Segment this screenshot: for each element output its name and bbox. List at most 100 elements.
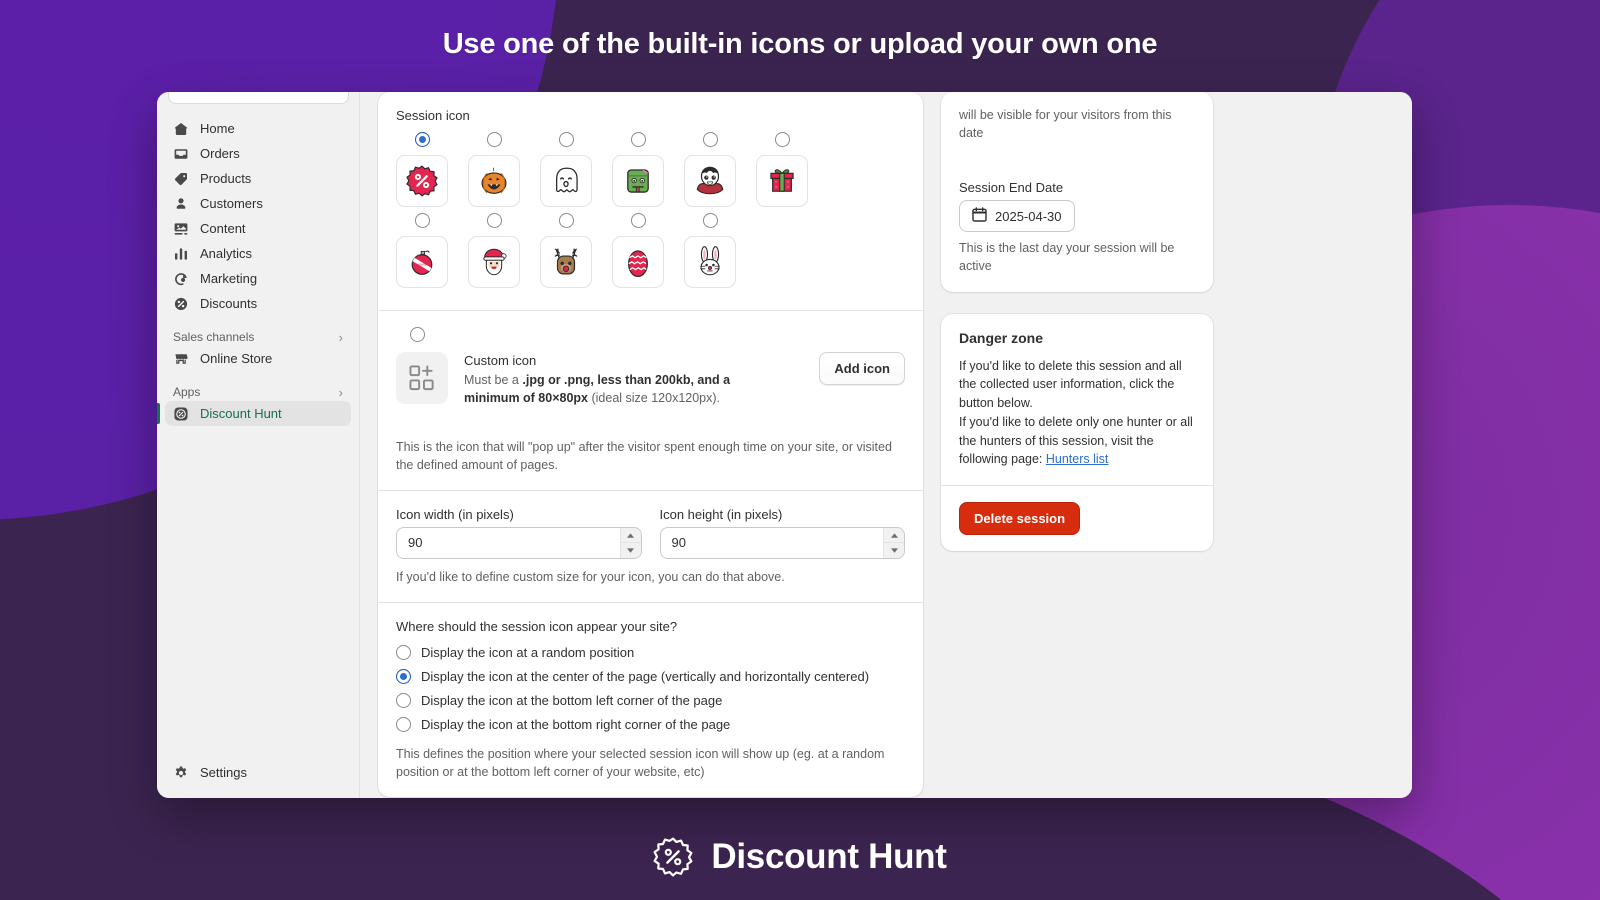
sidebar-item-discount-hunt[interactable]: Discount Hunt <box>157 401 351 426</box>
position-option-label: Display the icon at the center of the pa… <box>421 669 870 685</box>
vampire-icon[interactable] <box>684 155 736 207</box>
session-icon-option[interactable] <box>612 132 664 207</box>
position-option-bottom-left[interactable]: Display the icon at the bottom left corn… <box>396 689 905 713</box>
promo-canvas: Use one of the built-in icons or upload … <box>0 0 1600 900</box>
session-icon-option[interactable] <box>684 132 736 207</box>
sidebar-footer: Settings <box>157 760 359 798</box>
sidebar-item-analytics[interactable]: Analytics <box>165 241 351 266</box>
session-icon-radio[interactable] <box>558 213 574 228</box>
reindeer-icon[interactable] <box>540 236 592 288</box>
gift-icon[interactable] <box>756 155 808 207</box>
easter-egg-icon[interactable] <box>612 236 664 288</box>
icon-height-field: Icon height (in pixels) 90 <box>659 507 905 559</box>
icon-width-field: Icon width (in pixels) 90 <box>396 507 642 559</box>
position-radio[interactable] <box>396 645 411 661</box>
position-option-center[interactable]: Display the icon at the center of the pa… <box>396 665 905 689</box>
discount-percent-icon <box>173 296 189 312</box>
sidebar-item-label: Marketing <box>200 271 258 286</box>
session-icon-radio[interactable] <box>702 213 718 228</box>
position-option-label: Display the icon at a random position <box>421 645 635 661</box>
search-input[interactable] <box>168 92 349 104</box>
session-end-date-helper: This is the last day your session will b… <box>959 241 1175 274</box>
session-end-date-input[interactable]: 2025-04-30 <box>959 200 1075 233</box>
sidebar-item-content[interactable]: Content <box>165 216 351 241</box>
sidebar-item-settings[interactable]: Settings <box>165 760 351 785</box>
delete-session-button[interactable]: Delete session <box>959 502 1081 535</box>
sidebar-section-apps[interactable]: Apps › <box>173 385 343 399</box>
session-icon-radio[interactable] <box>702 132 718 147</box>
position-radio[interactable] <box>396 693 411 709</box>
danger-zone-actions: Delete session <box>941 486 1213 551</box>
session-icon-option[interactable]: %%% <box>396 213 448 288</box>
session-icon-option[interactable] <box>468 213 520 288</box>
stepper-up-icon[interactable] <box>620 527 641 543</box>
session-icon-radio[interactable] <box>486 213 502 228</box>
session-icon-option[interactable] <box>468 132 520 207</box>
calendar-icon <box>972 207 987 225</box>
sidebar-item-marketing[interactable]: Marketing <box>165 266 351 291</box>
sidebar-item-label: Home <box>200 121 235 136</box>
session-icon-option[interactable] <box>540 213 592 288</box>
icon-height-input[interactable]: 90 <box>661 528 884 558</box>
position-option-bottom-right[interactable]: Display the icon at the bottom right cor… <box>396 713 905 737</box>
sidebar-item-orders[interactable]: Orders <box>165 141 351 166</box>
danger-zone-section: Danger zone If you'd like to delete this… <box>941 314 1213 486</box>
session-icon-radio[interactable] <box>414 132 430 147</box>
custom-icon-section: Custom icon Must be a .jpg or .png, less… <box>378 311 923 490</box>
sidebar-item-customers[interactable]: Customers <box>165 191 351 216</box>
add-icon-button[interactable]: Add icon <box>819 352 905 385</box>
session-icon-radio[interactable] <box>774 132 790 147</box>
icon-position-helper: This defines the position where your sel… <box>396 746 885 779</box>
session-icon-option[interactable] <box>396 132 448 207</box>
promo-headline: Use one of the built-in icons or upload … <box>442 27 1158 60</box>
bunny-icon[interactable] <box>684 236 736 288</box>
percent-badge-icon[interactable] <box>396 155 448 207</box>
sidebar-section-sales-channels[interactable]: Sales channels › <box>173 330 343 344</box>
sidebar-item-online-store[interactable]: Online Store <box>165 346 351 371</box>
discount-hunt-app-icon <box>173 406 189 422</box>
danger-zone-card: Danger zone If you'd like to delete this… <box>941 313 1213 551</box>
session-icon-radio[interactable] <box>486 132 502 147</box>
position-option-random[interactable]: Display the icon at a random position <box>396 641 905 665</box>
sidebar-item-label: Online Store <box>200 351 273 366</box>
custom-icon-radio[interactable] <box>410 327 425 342</box>
session-icon-radio[interactable] <box>414 213 430 228</box>
home-icon <box>173 121 189 137</box>
discount-badge-icon <box>653 837 693 877</box>
session-icon-option[interactable] <box>612 213 664 288</box>
sidebar-item-products[interactable]: Products <box>165 166 351 191</box>
zombie-icon[interactable] <box>612 155 664 207</box>
icon-height-stepper[interactable] <box>883 527 904 558</box>
session-icon-option[interactable] <box>684 213 736 288</box>
sidebar-item-home[interactable]: Home <box>165 116 351 141</box>
ghost-icon[interactable] <box>540 155 592 207</box>
session-icon-radio[interactable] <box>558 132 574 147</box>
icon-width-input[interactable]: 90 <box>397 528 620 558</box>
icon-width-stepper[interactable] <box>619 527 641 558</box>
orders-inbox-icon <box>173 146 189 162</box>
session-icon-option[interactable] <box>540 132 592 207</box>
gear-icon <box>173 765 189 781</box>
custom-icon-helper: This is the icon that will "pop up" afte… <box>396 439 892 472</box>
christmas-ornament-icon[interactable]: %%% <box>396 236 448 288</box>
stepper-up-icon[interactable] <box>884 527 904 543</box>
pumpkin-icon[interactable] <box>468 155 520 207</box>
danger-zone-paragraph-1: If you'd like to delete this session and… <box>959 358 1182 411</box>
sidebar-item-label: Discounts <box>200 296 258 311</box>
position-radio[interactable] <box>396 669 411 685</box>
content-image-icon <box>173 221 189 237</box>
santa-icon[interactable] <box>468 236 520 288</box>
session-icon-radio[interactable] <box>630 213 646 228</box>
hunters-list-link[interactable]: Hunters list <box>1046 452 1109 466</box>
stepper-down-icon[interactable] <box>884 542 904 558</box>
session-dates-section: will be visible for your visitors from t… <box>941 92 1213 292</box>
chevron-right-icon: › <box>338 329 343 345</box>
session-icon-radio[interactable] <box>630 132 646 147</box>
icon-size-section: Icon width (in pixels) 90 Icon height (i… <box>378 491 923 602</box>
session-icon-option[interactable] <box>756 132 808 207</box>
position-radio[interactable] <box>396 717 411 733</box>
aside-column: will be visible for your visitors from t… <box>941 92 1213 798</box>
sidebar-item-discounts[interactable]: Discounts <box>165 291 351 316</box>
chevron-right-icon: › <box>338 384 343 400</box>
stepper-down-icon[interactable] <box>620 542 641 558</box>
